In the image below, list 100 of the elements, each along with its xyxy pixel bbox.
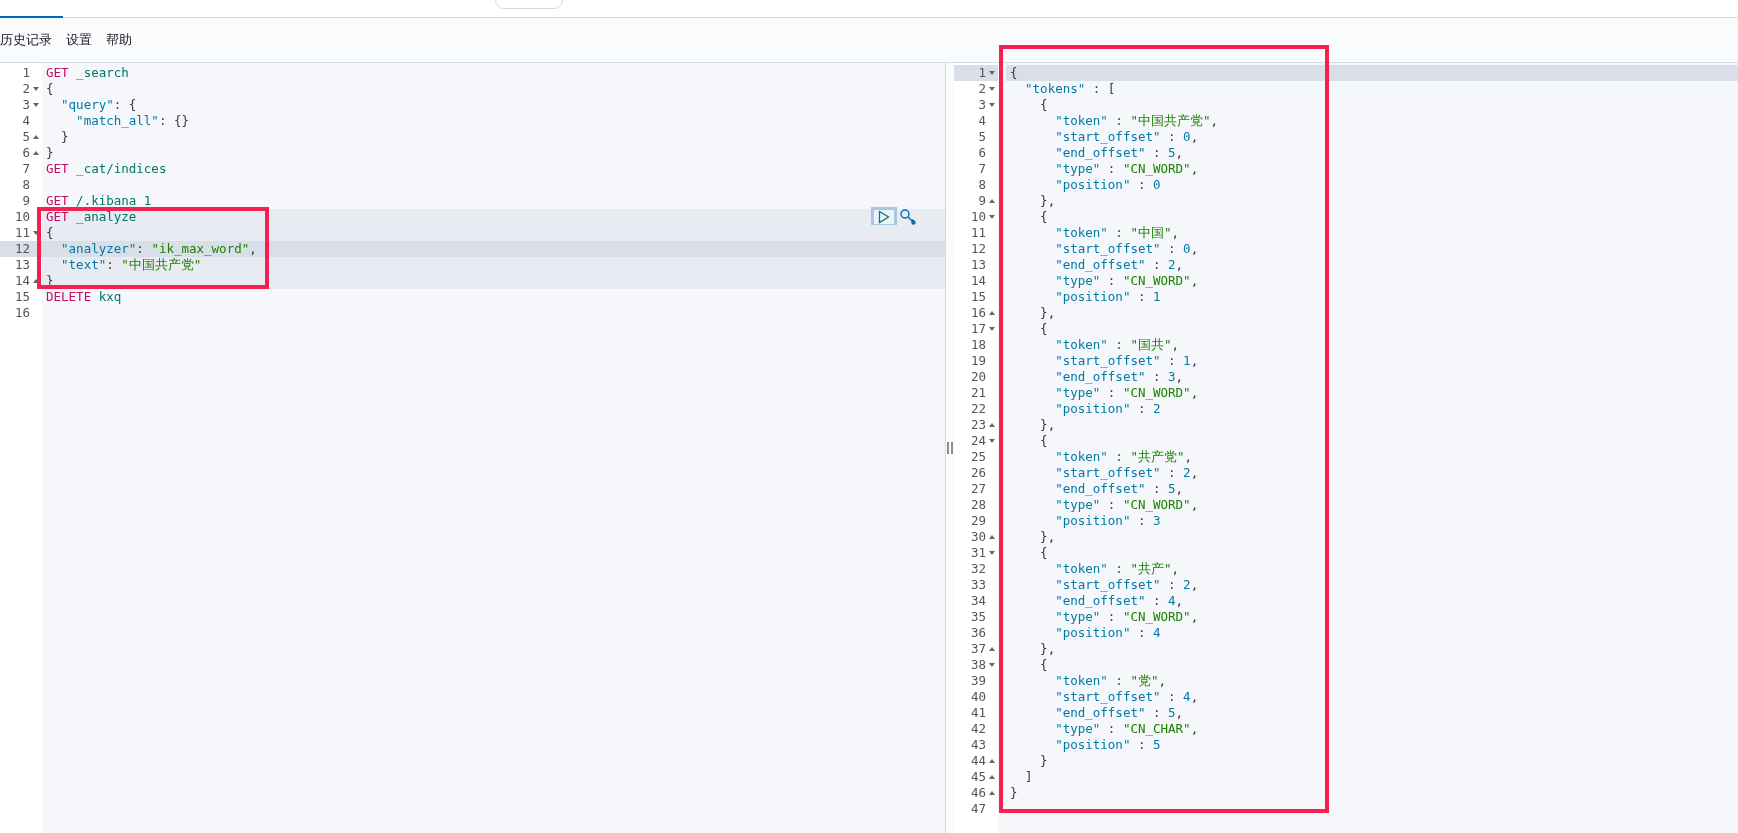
fold-arrow-icon[interactable] <box>989 327 995 331</box>
code-line: } <box>60 129 69 145</box>
menu-link[interactable]: 历史记录 <box>0 31 52 49</box>
line-number: 20 <box>970 369 986 385</box>
code-line: }, <box>1039 641 1056 657</box>
line-number: 37 <box>970 641 986 657</box>
line-number: 4 <box>22 113 30 129</box>
line-number: 36 <box>970 625 986 641</box>
code-line: GET _cat/indices <box>46 161 167 177</box>
code-line: { <box>1039 97 1048 113</box>
line-number: 7 <box>978 161 986 177</box>
code-line: DELETE kxq <box>46 289 122 305</box>
code-line: "tokens" : [ <box>1024 81 1116 97</box>
code-line: "end_offset" : 5, <box>1054 705 1184 721</box>
code-line: { <box>1039 209 1048 225</box>
code-line: { <box>1039 657 1048 673</box>
line-number: 29 <box>970 513 986 529</box>
line-number: 34 <box>970 593 986 609</box>
fold-arrow-icon[interactable] <box>989 87 995 91</box>
code-line: "token" : "共产", <box>1054 561 1179 577</box>
line-number: 42 <box>970 721 986 737</box>
code-line: { <box>1039 433 1048 449</box>
line-number: 17 <box>970 321 986 337</box>
fold-arrow-icon[interactable] <box>33 135 39 139</box>
fold-arrow-icon[interactable] <box>33 103 39 107</box>
fold-arrow-icon[interactable] <box>33 87 39 91</box>
code-line: "position" : 4 <box>1054 625 1161 641</box>
code-line: "token" : "国共", <box>1054 337 1179 353</box>
code-line: } <box>1039 753 1048 769</box>
code-line: "start_offset" : 4, <box>1054 689 1199 705</box>
line-number: 33 <box>970 577 986 593</box>
code-line: "position" : 5 <box>1054 737 1161 753</box>
line-number: 21 <box>970 385 986 401</box>
code-line: "position" : 0 <box>1054 177 1161 193</box>
fold-arrow-icon[interactable] <box>33 151 39 155</box>
fold-arrow-icon[interactable] <box>33 231 39 235</box>
resize-handle-icon[interactable] <box>947 442 953 454</box>
fold-arrow-icon[interactable] <box>989 663 995 667</box>
code-line: "type" : "CN_WORD", <box>1054 609 1199 625</box>
code-line: { <box>1039 545 1048 561</box>
fold-arrow-icon[interactable] <box>989 103 995 107</box>
play-icon <box>878 210 890 224</box>
code-line: }, <box>1039 529 1056 545</box>
fold-arrow-icon[interactable] <box>989 551 995 555</box>
line-number: 41 <box>970 705 986 721</box>
code-line: }, <box>1039 305 1056 321</box>
fold-arrow-icon[interactable] <box>989 791 995 795</box>
line-number: 1 <box>978 65 986 81</box>
code-line: "position" : 1 <box>1054 289 1161 305</box>
fold-arrow-icon[interactable] <box>989 759 995 763</box>
fold-arrow-icon[interactable] <box>989 535 995 539</box>
wrench-icon[interactable] <box>899 208 917 226</box>
fold-arrow-icon[interactable] <box>989 647 995 651</box>
line-number: 44 <box>970 753 986 769</box>
code-line: "type" : "CN_WORD", <box>1054 273 1199 289</box>
code-line: "start_offset" : 0, <box>1054 241 1199 257</box>
code-line: "type" : "CN_WORD", <box>1054 497 1199 513</box>
line-number: 24 <box>970 433 986 449</box>
fold-arrow-icon[interactable] <box>989 215 995 219</box>
code-line: "start_offset" : 0, <box>1054 129 1199 145</box>
line-number: 11 <box>970 225 986 241</box>
code-line: "text": "中国共产党" <box>60 257 202 273</box>
code-line: }, <box>1039 193 1056 209</box>
code-line: "end_offset" : 5, <box>1054 145 1184 161</box>
code-line: { <box>46 225 54 241</box>
code-line: "end_offset" : 4, <box>1054 593 1184 609</box>
line-number: 1 <box>22 65 30 81</box>
code-line: "type" : "CN_WORD", <box>1054 161 1199 177</box>
code-line: "start_offset" : 1, <box>1054 353 1199 369</box>
line-number: 27 <box>970 481 986 497</box>
fold-arrow-icon[interactable] <box>989 71 995 75</box>
code-line: "type" : "CN_CHAR", <box>1054 721 1199 737</box>
code-line: ] <box>1024 769 1033 785</box>
code-line: GET /.kibana_1 <box>46 193 152 209</box>
line-number: 38 <box>970 657 986 673</box>
line-number: 26 <box>970 465 986 481</box>
line-number: 3 <box>978 97 986 113</box>
line-number: 15 <box>970 289 986 305</box>
code-line: "token" : "党", <box>1054 673 1166 689</box>
menu-link[interactable]: 设置 <box>66 31 92 49</box>
line-number: 31 <box>970 545 986 561</box>
fold-arrow-icon[interactable] <box>33 279 39 283</box>
line-number: 19 <box>970 353 986 369</box>
line-number: 10 <box>970 209 986 225</box>
fold-arrow-icon[interactable] <box>989 199 995 203</box>
code-line: "analyzer": "ik_max_word", <box>60 241 257 257</box>
line-number: 18 <box>970 337 986 353</box>
line-number: 11 <box>14 225 30 241</box>
fold-arrow-icon[interactable] <box>989 423 995 427</box>
line-number: 9 <box>978 193 986 209</box>
fold-arrow-icon[interactable] <box>989 775 995 779</box>
menu-link[interactable]: 帮助 <box>106 31 132 49</box>
code-line: GET _search <box>46 65 129 81</box>
fold-arrow-icon[interactable] <box>989 439 995 443</box>
run-button[interactable] <box>871 207 897 227</box>
line-number: 5 <box>22 129 30 145</box>
fold-arrow-icon[interactable] <box>989 311 995 315</box>
line-number: 15 <box>14 289 30 305</box>
code-line: "token" : "中国", <box>1054 225 1179 241</box>
line-number: 2 <box>22 81 30 97</box>
